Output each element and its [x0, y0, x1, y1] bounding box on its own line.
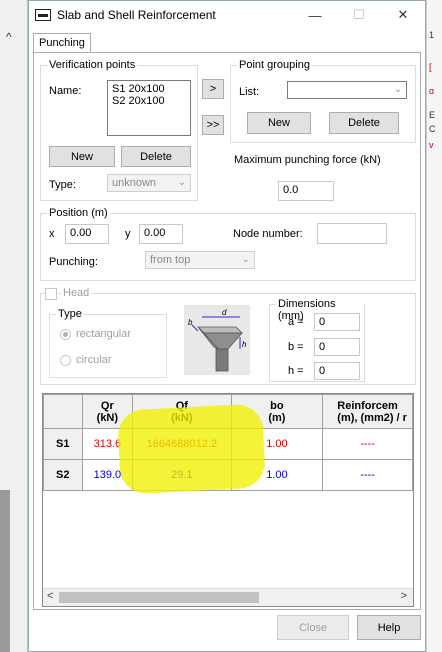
b-input[interactable]: 0 — [314, 338, 360, 356]
x-input[interactable]: 0.00 — [65, 224, 109, 244]
verification-points-list[interactable]: S1 20x100 S2 20x100 — [107, 80, 191, 136]
new-point-button[interactable]: New — [49, 146, 115, 167]
head-label: Head — [61, 287, 92, 299]
background-mark: C — [429, 124, 436, 134]
scroll-right-icon[interactable]: > — [401, 590, 407, 602]
chevron-down-icon: ⌄ — [393, 84, 402, 95]
max-punching-force-input[interactable]: 0.0 — [278, 181, 334, 201]
position-legend: Position (m) — [47, 207, 110, 219]
scrollbar-thumb[interactable] — [59, 592, 259, 603]
results-table[interactable]: Qr (kN) Qf (kN) bo (m) Reinforcem (m), (mm2)… — [42, 393, 414, 607]
background-mark: v — [429, 140, 434, 150]
list-item[interactable]: S2 20x100 — [112, 95, 186, 107]
horizontal-scrollbar[interactable]: < > — [43, 588, 413, 606]
close-window-button[interactable]: ✕ — [381, 1, 425, 29]
table-row[interactable]: S2 139.0 29.1 1.00 ---- — [43, 459, 413, 491]
column-header-bo[interactable]: bo (m) — [230, 394, 324, 429]
h-label: h = — [288, 365, 304, 377]
circular-radio[interactable] — [60, 355, 71, 366]
b-label: b = — [288, 341, 304, 353]
tab-punching[interactable]: Punching — [33, 33, 91, 52]
column-header-reinforcement[interactable]: Reinforcem (m), (mm2) / r — [322, 394, 413, 429]
head-type-legend: Type — [56, 308, 84, 320]
point-grouping-group: Point grouping List: ⌄ New Delete — [230, 59, 416, 143]
add-point-button[interactable]: > — [202, 79, 224, 99]
punching-head-diagram-icon: d b h — [184, 305, 250, 375]
cell-reinforcement[interactable]: ---- — [322, 459, 413, 491]
cell-reinforcement[interactable]: ---- — [322, 428, 413, 460]
background-mark: E — [429, 110, 436, 120]
chevron-up-icon: ^ — [6, 30, 12, 44]
title-bar: Slab and Shell Reinforcement — ☐ ✕ — [29, 1, 425, 29]
rectangular-radio[interactable] — [60, 329, 71, 340]
background-mark: [ — [429, 62, 432, 72]
window-title: Slab and Shell Reinforcement — [57, 8, 216, 22]
punching-select-value: from top — [150, 254, 191, 266]
y-label: y — [125, 228, 131, 240]
head-type-group: Type rectangular circular — [49, 308, 167, 378]
maximize-button: ☐ — [353, 7, 365, 22]
background-scroll-area — [0, 490, 10, 652]
node-number-input[interactable] — [317, 223, 387, 244]
tab-strip: Punching — [33, 33, 91, 53]
dimensions-group: Dimensions (mm) a = 0 b = 0 h = 0 — [269, 298, 365, 382]
punching-panel: Verification points Name: S1 20x100 S2 2… — [33, 52, 421, 610]
slab-shell-reinforcement-dialog: Slab and Shell Reinforcement — ☐ ✕ Punch… — [28, 0, 426, 652]
type-select-value: unknown — [112, 177, 157, 189]
verification-points-legend: Verification points — [47, 59, 138, 71]
app-icon — [35, 9, 51, 21]
new-group-button[interactable]: New — [247, 112, 311, 134]
table-row[interactable]: S1 313.6 1664688012.2 1.00 ---- — [43, 428, 413, 460]
svg-text:d: d — [222, 308, 227, 317]
head-checkbox[interactable] — [45, 288, 57, 300]
background-left-panel: ^ — [0, 0, 28, 652]
position-group: Position (m) x 0.00 y 0.00 Node number: … — [40, 207, 416, 281]
chevron-down-icon: ⌄ — [241, 254, 250, 265]
corner-header — [43, 394, 83, 429]
y-input[interactable]: 0.00 — [139, 224, 183, 244]
name-label: Name: — [49, 85, 82, 97]
node-number-label: Node number: — [233, 228, 303, 240]
column-header-qf[interactable]: Qf (kN) — [132, 394, 232, 429]
column-header-qr[interactable]: Qr (kN) — [81, 394, 134, 429]
a-label: a = — [288, 316, 304, 328]
punching-label: Punching: — [49, 256, 98, 268]
svg-text:b: b — [188, 318, 193, 327]
svg-text:h: h — [242, 340, 247, 349]
close-button[interactable]: Close — [277, 615, 349, 640]
cell-qr[interactable]: 139.0 — [81, 459, 134, 491]
cell-qf[interactable]: 29.1 — [132, 459, 232, 491]
rectangular-label: rectangular — [76, 328, 132, 340]
chevron-down-icon: ⌄ — [177, 177, 186, 188]
background-right-panel: 1 [ ɑ E C v — [426, 0, 442, 652]
type-label: Type: — [49, 179, 76, 191]
row-header[interactable]: S1 — [43, 428, 83, 460]
cell-qr[interactable]: 313.6 — [81, 428, 134, 460]
background-mark: 1 — [429, 30, 435, 40]
punching-select[interactable]: from top ⌄ — [145, 251, 255, 269]
list-item[interactable]: S1 20x100 — [112, 83, 186, 95]
list-label: List: — [239, 86, 260, 98]
circular-label: circular — [76, 354, 112, 366]
cell-bo[interactable]: 1.00 — [230, 428, 324, 460]
x-label: x — [49, 228, 55, 240]
cell-qf[interactable]: 1664688012.2 — [132, 428, 232, 460]
verification-points-group: Verification points Name: S1 20x100 S2 2… — [40, 59, 198, 201]
max-punching-force-label: Maximum punching force (kN) — [234, 154, 381, 166]
group-list-select[interactable]: ⌄ — [287, 81, 407, 99]
background-mark: ɑ — [429, 86, 435, 96]
table-header-row: Qr (kN) Qf (kN) bo (m) Reinforcem (m), (mm2)… — [43, 394, 413, 429]
h-input[interactable]: 0 — [314, 362, 360, 380]
scroll-left-icon[interactable]: < — [47, 590, 53, 602]
delete-group-button[interactable]: Delete — [329, 112, 399, 134]
cell-bo[interactable]: 1.00 — [230, 459, 324, 491]
delete-point-button[interactable]: Delete — [121, 146, 191, 167]
add-all-points-button[interactable]: >> — [202, 115, 224, 135]
row-header[interactable]: S2 — [43, 459, 83, 491]
point-grouping-legend: Point grouping — [237, 59, 312, 71]
minimize-button[interactable]: — — [293, 1, 337, 29]
type-select[interactable]: unknown ⌄ — [107, 174, 191, 192]
help-button[interactable]: Help — [357, 615, 421, 640]
a-input[interactable]: 0 — [314, 313, 360, 331]
